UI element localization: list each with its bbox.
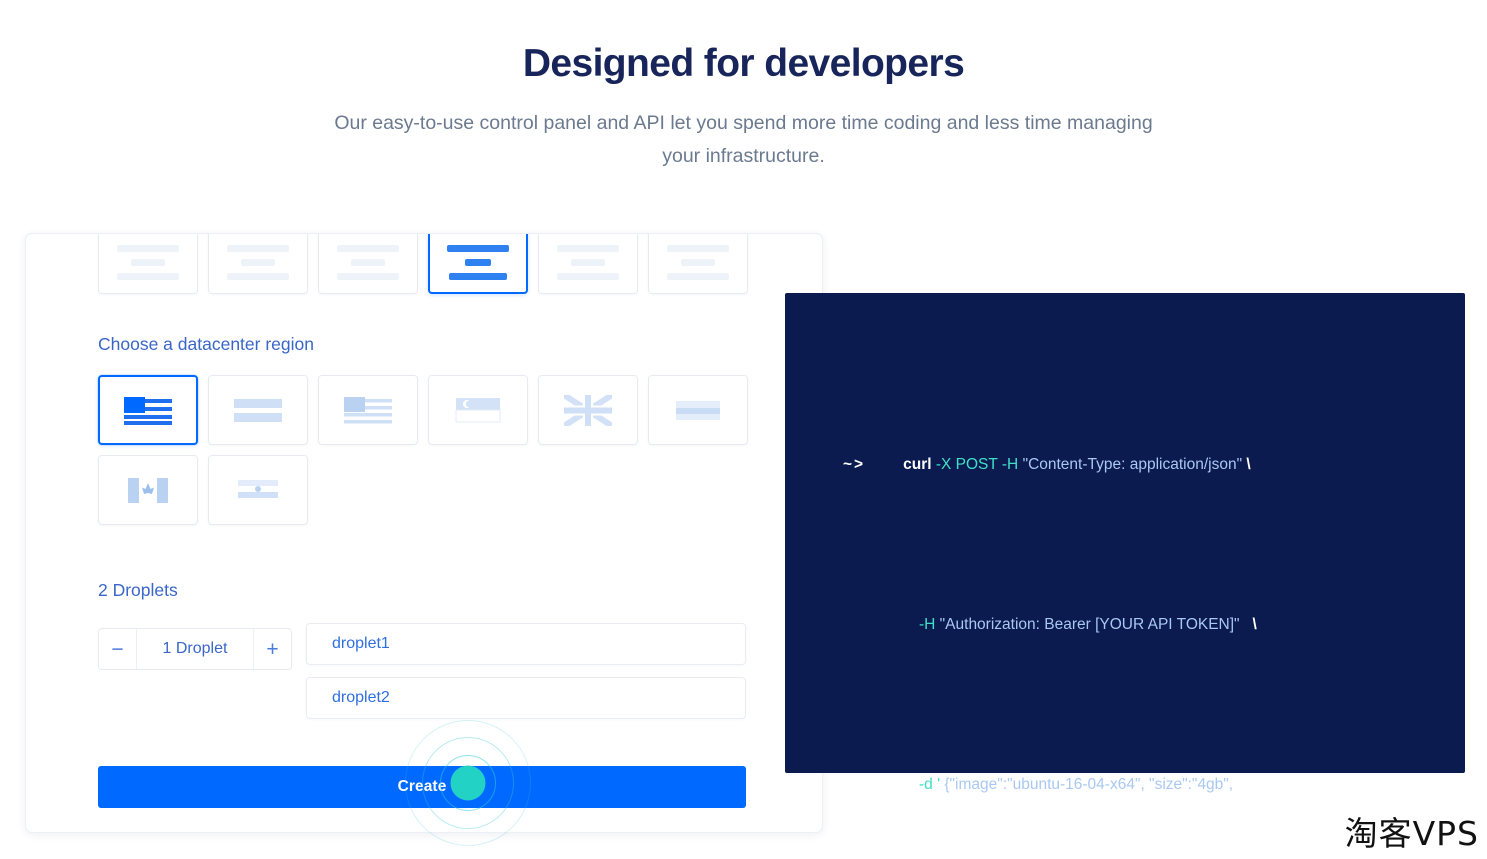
page-root: Designed for developers Our easy-to-use … [0,0,1487,859]
us-flag-icon [124,394,172,426]
region-tile-uk[interactable] [538,375,638,445]
watermark: 淘客VPS [1344,814,1479,853]
region-tile-india[interactable] [208,455,308,525]
canada-flag-icon [124,475,172,506]
terminal-prompt: ~> [843,456,866,473]
placeholder-bar [227,272,289,280]
terminal-flag-2: -H [919,616,936,633]
placeholder-bar [465,258,491,266]
plan-option-6[interactable] [648,234,748,294]
placeholder-bar [681,258,715,266]
terminal-continuation-1: \ [1246,456,1251,473]
droplet-quantity-value: 1 Droplet [162,640,228,657]
droplet-quantity-stepper[interactable]: − 1 Droplet + [98,628,292,670]
placeholder-bar [241,258,275,266]
page-title: Designed for developers [522,42,965,85]
uk-flag-icon [564,394,612,426]
netherlands-flag-icon [234,395,282,426]
plan-option-3[interactable] [318,234,418,294]
droplet-name-input-2[interactable]: droplet2 [306,677,746,719]
germany-flag-icon [674,395,722,426]
placeholder-bar [449,272,507,280]
placeholder-bar [131,258,165,266]
placeholder-bar [351,258,385,266]
plan-option-4[interactable] [428,234,528,294]
placeholder-bar [667,244,729,252]
region-grid [98,375,758,525]
terminal-flag-1: -X POST -H [935,456,1019,473]
terminal-continuation-2: \ [1252,616,1257,633]
singapore-flag-icon [454,395,502,426]
placeholder-bar [117,244,179,252]
terminal-string-1: "Content-Type: application/json" [1022,456,1243,473]
terminal-string-2: "Authorization: Bearer [YOUR API TOKEN]" [939,616,1240,633]
plan-options-row [98,234,748,294]
placeholder-bar [667,272,729,280]
us-flag-alt-icon [344,394,392,426]
decrement-button[interactable]: − [99,629,137,669]
placeholder-bar [227,244,289,252]
page-subtitle: Our easy-to-use control panel and API le… [334,112,1153,167]
create-button[interactable]: Create [98,766,746,808]
region-tile-netherlands[interactable] [208,375,308,445]
plan-option-2[interactable] [208,234,308,294]
placeholder-bar [337,272,399,280]
region-tile-singapore[interactable] [428,375,528,445]
terminal-code-panel: ~> curl -X POST -H "Content-Type: applica… [785,293,1465,793]
placeholder-bar [557,244,619,252]
placeholder-bar [337,244,399,252]
region-tile-us-selected[interactable] [98,375,198,445]
droplet-name-input-1[interactable]: droplet1 [306,623,746,665]
terminal-line-1: ~> curl -X POST -H "Content-Type: applica… [785,445,1465,485]
placeholder-bar [557,272,619,280]
terminal-line-3: -d ' {"image":"ubuntu-16-04-x64", "size"… [785,765,1465,805]
terminal-flag-3: -d ' [919,776,941,793]
placeholder-bar [571,258,605,266]
increment-button[interactable]: + [253,629,291,669]
region-tile-germany[interactable] [648,375,748,445]
control-panel-card: Choose a datacenter region 2 Droplets − … [25,233,823,833]
terminal-line-2: -H "Authorization: Bearer [YOUR API TOKE… [785,605,1465,645]
terminal-body: ~> curl -X POST -H "Content-Type: applica… [785,293,1465,859]
terminal-string-3: {"image":"ubuntu-16-04-x64", "size":"4gb… [944,776,1234,793]
terminal-command: curl [903,456,932,473]
region-tile-canada[interactable] [98,455,198,525]
plan-option-1[interactable] [98,234,198,294]
region-section-label: Choose a datacenter region [98,334,314,354]
plan-option-5[interactable] [538,234,638,294]
droplets-count-label: 2 Droplets [98,580,178,600]
region-tile-us-alt[interactable] [318,375,418,445]
placeholder-bar [117,272,179,280]
placeholder-bar [447,244,509,252]
india-flag-icon [234,475,282,506]
